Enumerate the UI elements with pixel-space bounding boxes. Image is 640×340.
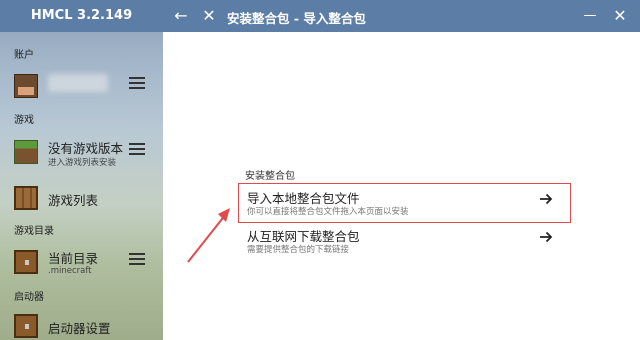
sidebar-item-game-list[interactable]: 游戏列表	[0, 176, 163, 220]
page-title: 安装整合包 - 导入整合包	[227, 11, 366, 26]
menu-icon[interactable]	[129, 77, 145, 91]
download-modpack-option[interactable]: 从互联网下载整合包 需要提供整合包的下载链接	[241, 221, 571, 259]
launcher-block-icon	[14, 314, 38, 338]
titlebar: ← ✕ 安装整合包 - 导入整合包 — ✕	[163, 0, 640, 32]
annotation-arrow-icon	[187, 208, 230, 263]
sidebar-content: 账户 游戏 没有游戏版本 进入游戏列表安装 游戏列表 游戏目录 当前目录 .mi…	[0, 32, 163, 340]
sidebar-item-label: 游戏列表	[48, 193, 99, 208]
account-section-label: 账户	[14, 50, 34, 61]
highlight-box	[238, 183, 571, 223]
chest-icon	[14, 250, 38, 274]
arrow-right-icon	[539, 229, 553, 243]
sidebar-item-label: 当前目录	[48, 251, 99, 266]
install-modpack-label: 安装整合包	[245, 171, 295, 182]
close-page-icon[interactable]: ✕	[199, 6, 219, 26]
window-close-icon[interactable]: ✕	[610, 6, 630, 26]
sidebar-item-no-game-version[interactable]: 没有游戏版本 进入游戏列表安装	[0, 130, 163, 174]
menu-icon[interactable]	[129, 143, 145, 157]
minimize-icon[interactable]: —	[580, 6, 600, 26]
avatar	[14, 74, 38, 98]
sidebar: HMCL 3.2.149 账户 游戏 没有游戏版本 进入游戏列表安装 游戏列表 …	[0, 0, 163, 340]
game-section-label: 游戏	[14, 115, 34, 126]
directory-section-label: 游戏目录	[14, 226, 54, 237]
menu-icon[interactable]	[129, 253, 145, 267]
option-subtitle: 需要提供整合包的下载链接	[247, 245, 350, 255]
account-item[interactable]	[0, 64, 163, 108]
back-icon[interactable]: ←	[171, 6, 191, 26]
sidebar-item-launcher-settings[interactable]: 启动器设置	[0, 304, 163, 340]
sidebar-titlebar: HMCL 3.2.149	[0, 0, 163, 32]
sidebar-item-label: 没有游戏版本	[48, 141, 124, 156]
sidebar-item-current-directory[interactable]: 当前目录 .minecraft	[0, 240, 163, 284]
app-title: HMCL 3.2.149	[30, 8, 133, 23]
sidebar-item-label: 启动器设置	[48, 321, 111, 336]
crafting-table-icon	[14, 186, 38, 210]
launcher-section-label: 启动器	[14, 292, 44, 303]
account-name-blurred	[48, 74, 108, 92]
grass-block-icon	[14, 140, 38, 164]
sidebar-item-subtitle: .minecraft	[48, 266, 92, 276]
sidebar-item-subtitle: 进入游戏列表安装	[48, 158, 117, 168]
